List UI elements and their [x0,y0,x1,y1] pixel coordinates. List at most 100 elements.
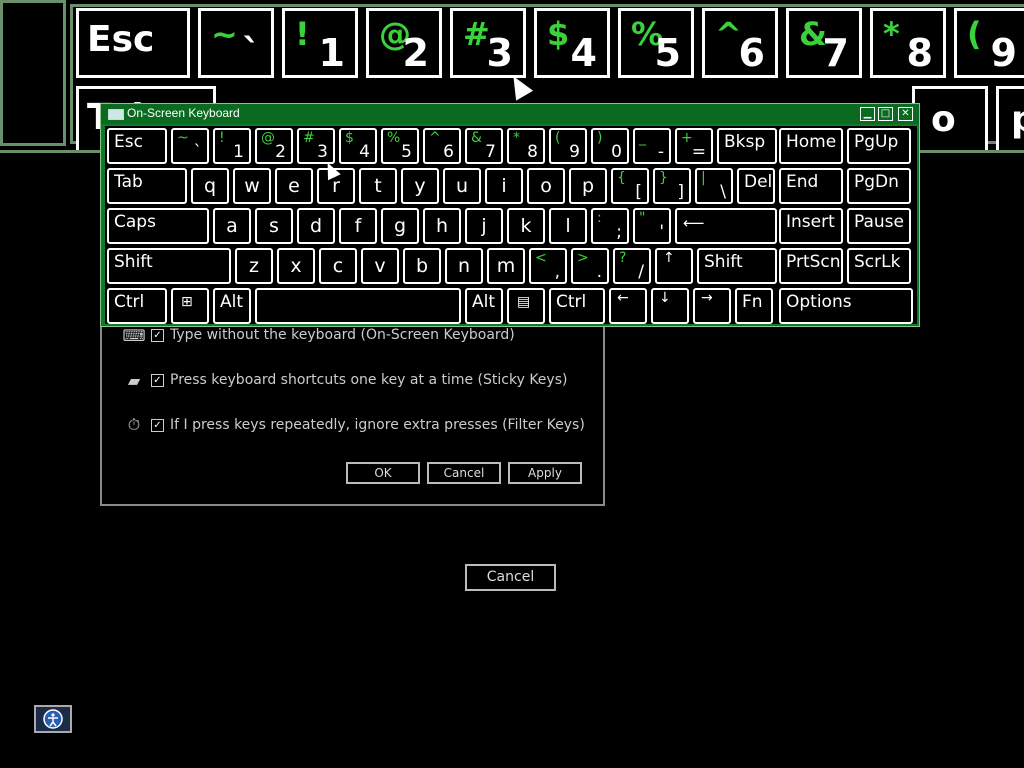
key-label: Tab [114,172,143,192]
key-key[interactable]: ~ ` [171,128,209,164]
key-scrlk[interactable]: ScrLk [847,248,911,284]
title-bar[interactable]: On-Screen Keyboard ▁ □ ✕ [101,104,919,124]
key-home[interactable]: Home [779,128,843,164]
key-key[interactable]: + = [675,128,713,164]
key-m[interactable]: m [487,248,525,284]
key-g[interactable]: g [381,208,419,244]
key-esc[interactable]: Esc [107,128,167,164]
key-l[interactable]: l [549,208,587,244]
key-e[interactable]: e [275,168,313,204]
key-shift[interactable]: Shift [697,248,777,284]
wizard-cancel-button[interactable]: Cancel [465,564,556,591]
key-v[interactable]: v [361,248,399,284]
key-prtscn[interactable]: PrtScn [779,248,843,284]
key-options[interactable]: Options [779,288,913,324]
checkbox-filter-keys[interactable]: ✓ [151,418,164,432]
key-a[interactable]: a [213,208,251,244]
key-x[interactable]: x [277,248,315,284]
key-q[interactable]: q [191,168,229,204]
key-alt[interactable]: Alt [465,288,503,324]
key-key[interactable]: }] [653,168,691,204]
key-f[interactable]: f [339,208,377,244]
key-key[interactable]: :; [591,208,629,244]
key-label: Options [786,292,852,312]
key-b[interactable]: b [403,248,441,284]
key-tab[interactable]: Tab [107,168,187,204]
key-insert[interactable]: Insert [779,208,843,244]
close-button[interactable]: ✕ [898,107,913,121]
key-p[interactable]: p [569,168,607,204]
apply-button[interactable]: Apply [508,462,582,484]
key-base-label: = [691,142,706,162]
key-t[interactable]: t [359,168,397,204]
key-h[interactable]: h [423,208,461,244]
key-z[interactable]: z [235,248,273,284]
key-pause[interactable]: Pause [847,208,911,244]
key-shift-label: % [387,130,401,146]
key-pgup[interactable]: PgUp [847,128,911,164]
key-bksp[interactable]: Bksp [717,128,777,164]
key-i[interactable]: i [485,168,523,204]
arrow-icon: ← [617,290,629,306]
key-j[interactable]: j [465,208,503,244]
key-3[interactable]: #3 [297,128,335,164]
key-y[interactable]: y [401,168,439,204]
key-base-label: ` [242,31,261,75]
checkbox-on-screen-keyboard[interactable]: ✓ [151,328,164,342]
key-end[interactable]: End [779,168,843,204]
key-alt[interactable]: Alt [213,288,251,324]
key-windows-logo[interactable]: ⊞ [171,288,209,324]
key-5[interactable]: % 5 [381,128,419,164]
key-key[interactable]: | \ [695,168,733,204]
key-del[interactable]: Del [737,168,775,204]
key-u[interactable]: u [443,168,481,204]
option-sticky-keys[interactable]: ▰ ✓ Press keyboard shortcuts one key at … [122,369,568,391]
key-6[interactable]: ^ 6 [423,128,461,164]
key-9[interactable]: (9 [549,128,587,164]
key-k[interactable]: k [507,208,545,244]
key-ctrl[interactable]: Ctrl [549,288,605,324]
key-key[interactable]: " ' [633,208,671,244]
cancel-button[interactable]: Cancel [427,462,501,484]
checkbox-sticky-keys[interactable]: ✓ [151,373,164,387]
ease-of-access-tray-icon[interactable] [34,705,72,733]
key-n[interactable]: n [445,248,483,284]
sticky-keys-icon: ▰ [127,370,141,390]
key-1[interactable]: ! 1 [213,128,251,164]
key-menu-key[interactable]: ▤ [507,288,545,324]
key-arrow-up[interactable]: ↑ [655,248,693,284]
key-d[interactable]: d [297,208,335,244]
minimize-button[interactable]: ▁ [860,107,875,121]
key-w[interactable]: w [233,168,271,204]
key-8[interactable]: * 8 [507,128,545,164]
key-key[interactable]: {[ [611,168,649,204]
key-key[interactable]: <, [529,248,567,284]
key-arrow-right[interactable]: → [693,288,731,324]
key-4[interactable]: $4 [339,128,377,164]
key-label: x [290,255,302,277]
key-c[interactable]: c [319,248,357,284]
key-shift[interactable]: Shift [107,248,231,284]
key-key[interactable]: _ - [633,128,671,164]
key-7[interactable]: & 7 [465,128,503,164]
ok-button[interactable]: OK [346,462,420,484]
key-o[interactable]: o [527,168,565,204]
key-pgdn[interactable]: PgDn [847,168,911,204]
key-caps[interactable]: Caps [107,208,209,244]
option-on-screen-keyboard[interactable]: ⌨ ✓ Type without the keyboard (On-Screen… [122,324,514,346]
key-arrow-left[interactable]: ← [609,288,647,324]
key-enter[interactable]: ⟵ [675,208,777,244]
key-fn[interactable]: Fn [735,288,773,324]
key-space[interactable] [255,288,461,324]
key-0[interactable]: ) 0 [591,128,629,164]
key-key[interactable]: ? / [613,248,651,284]
key-base-label: 2 [275,142,286,162]
maximize-button[interactable]: □ [878,107,893,121]
key-2[interactable]: @2 [255,128,293,164]
option-filter-keys[interactable]: ⏱ ✓ If I press keys repeatedly, ignore e… [122,414,585,436]
key-key[interactable]: >. [571,248,609,284]
key-s[interactable]: s [255,208,293,244]
key-ctrl[interactable]: Ctrl [107,288,167,324]
key-arrow-down[interactable]: ↓ [651,288,689,324]
key-label: Ctrl [556,292,587,312]
